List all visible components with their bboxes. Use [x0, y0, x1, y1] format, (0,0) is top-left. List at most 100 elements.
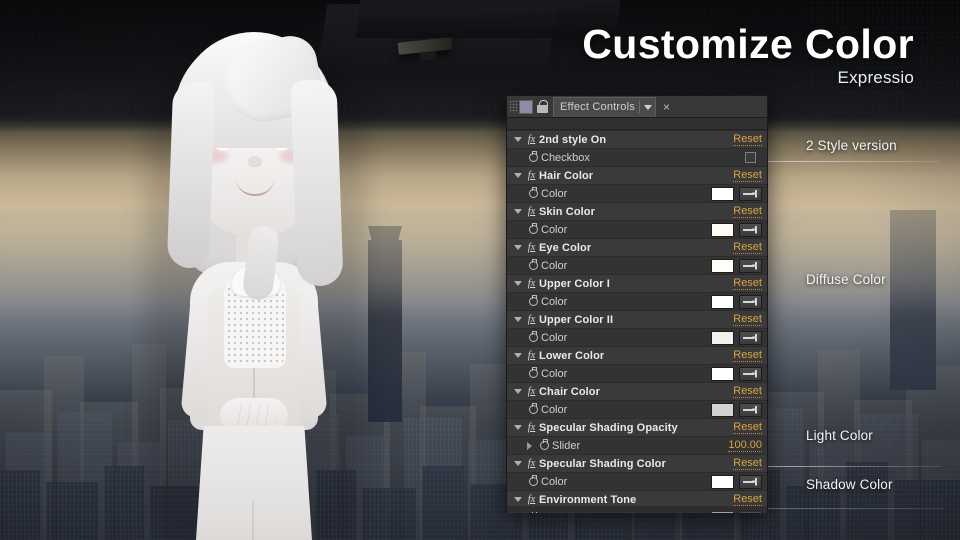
eyedropper-icon[interactable]	[739, 222, 762, 237]
annotation-diffuse-color: Diffuse Color	[806, 272, 886, 287]
effect-row[interactable]: fx Lower Color Reset	[507, 346, 767, 365]
twirl-right-icon[interactable]	[523, 441, 536, 450]
twirl-down-icon[interactable]	[511, 245, 524, 250]
fx-icon: fx	[527, 134, 536, 145]
color-swatch[interactable]	[711, 258, 734, 273]
reset-button[interactable]: Reset	[733, 349, 762, 362]
property-row[interactable]: Color	[507, 221, 767, 238]
reset-button[interactable]: Reset	[733, 313, 762, 326]
page-subtitle: Expressio	[837, 67, 914, 87]
effect-controls-panel[interactable]: Effect Controls × fx 2nd style On Reset Che…	[506, 95, 768, 513]
effect-row[interactable]: fx 2nd style On Reset	[507, 130, 767, 149]
effect-name: Environment Tone	[539, 493, 637, 506]
property-row[interactable]: Color	[507, 185, 767, 202]
effect-row[interactable]: fx Skin Color Reset	[507, 202, 767, 221]
effect-name: 2nd style On	[539, 133, 607, 146]
effect-list[interactable]: fx 2nd style On Reset Checkbox fx Hair Color R…	[507, 130, 767, 513]
effect-name: Hair Color	[539, 169, 594, 182]
checkbox-control[interactable]	[745, 152, 756, 163]
twirl-down-icon[interactable]	[511, 353, 524, 358]
color-swatch[interactable]	[711, 402, 734, 417]
reset-button[interactable]: Reset	[733, 205, 762, 218]
twirl-down-icon[interactable]	[511, 281, 524, 286]
stopwatch-icon[interactable]	[536, 439, 552, 450]
color-swatch[interactable]	[711, 474, 734, 489]
property-row[interactable]: Color	[507, 365, 767, 382]
reset-button[interactable]: Reset	[733, 277, 762, 290]
twirl-down-icon[interactable]	[511, 173, 524, 178]
panel-subheader	[507, 118, 767, 130]
fx-icon: fx	[527, 350, 536, 361]
twirl-down-icon[interactable]	[511, 209, 524, 214]
eyedropper-icon[interactable]	[739, 402, 762, 417]
property-row[interactable]: Checkbox	[507, 149, 767, 166]
property-name: Slider	[552, 439, 581, 452]
stopwatch-icon[interactable]	[525, 475, 541, 486]
property-name: Color	[541, 295, 568, 308]
twirl-down-icon[interactable]	[511, 461, 524, 466]
slider-value[interactable]: 100.00	[728, 439, 762, 452]
fx-icon: fx	[527, 242, 536, 253]
stopwatch-icon[interactable]	[525, 295, 541, 306]
effect-row[interactable]: fx Upper Color I Reset	[507, 274, 767, 293]
color-swatch[interactable]	[711, 222, 734, 237]
effect-row[interactable]: fx Hair Color Reset	[507, 166, 767, 185]
panel-menu-caret-icon[interactable]	[643, 104, 652, 110]
tab-effect-controls[interactable]: Effect Controls	[553, 96, 656, 117]
reset-button[interactable]: Reset	[733, 385, 762, 398]
tab-divider	[638, 101, 640, 113]
stopwatch-icon[interactable]	[525, 223, 541, 234]
property-name: Color	[541, 259, 568, 272]
stopwatch-icon[interactable]	[525, 367, 541, 378]
stopwatch-icon[interactable]	[525, 331, 541, 342]
effect-row[interactable]: fx Specular Shading Color Reset	[507, 454, 767, 473]
stopwatch-icon[interactable]	[525, 187, 541, 198]
property-row[interactable]: Color	[507, 329, 767, 346]
stopwatch-icon[interactable]	[525, 259, 541, 270]
color-swatch[interactable]	[711, 186, 734, 201]
effect-row[interactable]: fx Chair Color Reset	[507, 382, 767, 401]
property-row[interactable]: Color	[507, 401, 767, 418]
color-swatch[interactable]	[711, 330, 734, 345]
twirl-down-icon[interactable]	[511, 137, 524, 142]
twirl-down-icon[interactable]	[511, 389, 524, 394]
eyedropper-icon[interactable]	[739, 294, 762, 309]
eyedropper-icon[interactable]	[739, 258, 762, 273]
reset-button[interactable]: Reset	[733, 169, 762, 182]
property-row[interactable]: Color	[507, 293, 767, 310]
panel-footer	[507, 506, 767, 512]
fx-icon: fx	[527, 494, 536, 505]
grip-dots-icon[interactable]	[509, 100, 518, 113]
panel-tab-bar: Effect Controls ×	[507, 96, 767, 118]
property-row[interactable]: Color	[507, 473, 767, 490]
eyedropper-icon[interactable]	[739, 186, 762, 201]
stopwatch-icon[interactable]	[525, 403, 541, 414]
effect-row[interactable]: fx Eye Color Reset	[507, 238, 767, 257]
effect-name: Specular Shading Opacity	[539, 421, 678, 434]
eyedropper-icon[interactable]	[739, 330, 762, 345]
twirl-down-icon[interactable]	[511, 497, 524, 502]
color-swatch[interactable]	[711, 366, 734, 381]
color-swatch[interactable]	[711, 294, 734, 309]
reset-button[interactable]: Reset	[733, 133, 762, 146]
property-row[interactable]: Color	[507, 257, 767, 274]
lock-icon[interactable]	[536, 99, 549, 114]
page-title: Customize Color	[582, 21, 914, 67]
reset-button[interactable]: Reset	[733, 457, 762, 470]
effect-name: Upper Color I	[539, 277, 610, 290]
effect-row[interactable]: fx Specular Shading Opacity Reset	[507, 418, 767, 437]
property-name: Color	[541, 475, 568, 488]
reset-button[interactable]: Reset	[733, 421, 762, 434]
eyedropper-icon[interactable]	[739, 474, 762, 489]
close-icon[interactable]: ×	[663, 101, 670, 113]
reset-button[interactable]: Reset	[733, 241, 762, 254]
eyedropper-icon[interactable]	[739, 366, 762, 381]
property-row[interactable]: Slider 100.00	[507, 437, 767, 454]
effect-row[interactable]: fx Upper Color II Reset	[507, 310, 767, 329]
reset-button[interactable]: Reset	[733, 493, 762, 506]
twirl-down-icon[interactable]	[511, 317, 524, 322]
tab-label: Effect Controls	[560, 101, 635, 113]
fx-icon: fx	[527, 458, 536, 469]
stopwatch-icon[interactable]	[525, 151, 541, 162]
twirl-down-icon[interactable]	[511, 425, 524, 430]
